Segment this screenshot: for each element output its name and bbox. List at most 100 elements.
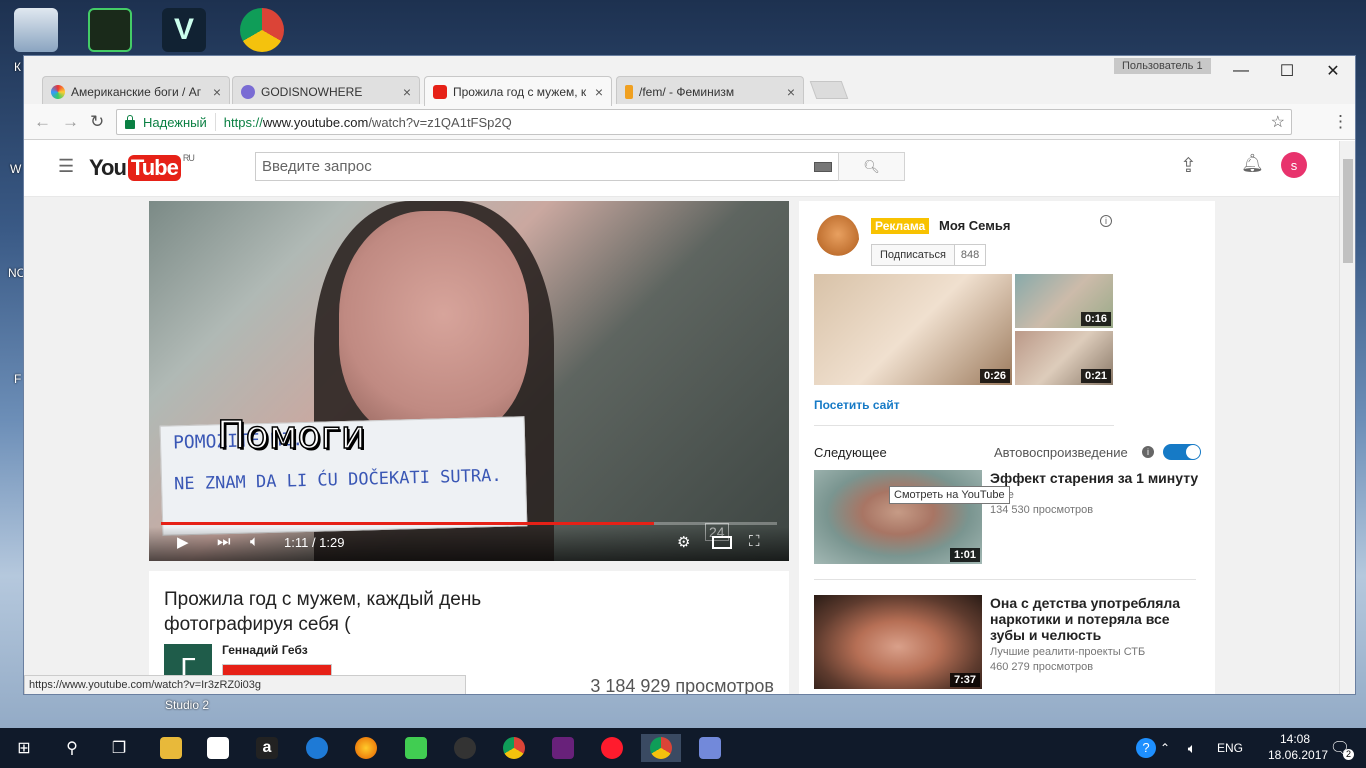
user-favicon-icon [241, 84, 255, 99]
next-video-title-2[interactable]: Она с детства употребляла наркотики и по… [990, 595, 1200, 643]
store-icon [207, 737, 229, 759]
page-scrollbar[interactable] [1339, 141, 1355, 694]
tab-godisnowhere[interactable]: GODISNOWHERE × [232, 76, 420, 106]
second-life-icon[interactable] [88, 8, 132, 52]
firefox-icon [355, 737, 377, 759]
file-explorer-button[interactable] [151, 734, 191, 762]
task-view-button[interactable]: ❐ [99, 734, 139, 762]
video-player[interactable]: POMOZITE MI. NE ZNAM DA LI ĆU DOČEKATI S… [149, 201, 789, 561]
profile-badge[interactable]: Пользователь 1 [1114, 58, 1211, 74]
new-tab-button[interactable] [809, 81, 849, 99]
search-button[interactable]: 🔍︎ [838, 152, 905, 181]
account-avatar[interactable]: s [1281, 152, 1307, 178]
search-input[interactable]: Введите запрос [255, 152, 839, 181]
visual-studio-button[interactable] [543, 734, 583, 762]
volume-tray-button[interactable]: 🔈︎ [1180, 734, 1204, 762]
firefox-button[interactable] [346, 734, 386, 762]
chrome-desktop-icon[interactable] [240, 8, 284, 52]
ad-subscribe-button[interactable]: Подписаться 848 [871, 244, 987, 266]
view-count: 3 184 929 просмотров [590, 676, 774, 695]
url-text[interactable]: https://www.youtube.com/watch?v=z1QA1tFS… [216, 115, 512, 130]
logo-tube: Tube [127, 155, 181, 181]
taskbar-search-icon: ⚲ [66, 740, 78, 757]
ad-channel-avatar[interactable] [817, 215, 859, 263]
autoplay-info-icon[interactable]: i [1142, 446, 1154, 458]
play-icon[interactable]: ▶ [177, 533, 189, 551]
tab-close-icon[interactable]: × [213, 84, 221, 100]
next-video-thumbnail-2[interactable]: 7:37 [814, 595, 982, 689]
next-video-views-2: 460 279 просмотров [990, 661, 1094, 673]
tab-close-icon[interactable]: × [787, 84, 795, 100]
ad-thumbnail-3[interactable]: 0:21 [1015, 331, 1113, 385]
search-taskbar-button[interactable]: ⚲ [52, 734, 92, 762]
tab-fem[interactable]: /fem/ - Феминизм × [616, 76, 804, 106]
menu-kebab-icon[interactable]: ⋮ [1332, 112, 1349, 132]
tab-close-icon[interactable]: × [595, 84, 603, 100]
visit-site-link[interactable]: Посетить сайт [814, 398, 900, 412]
chrome-taskbar-button[interactable] [494, 734, 534, 762]
chrome-active-button[interactable] [641, 734, 681, 762]
forward-arrow-icon[interactable]: → [62, 112, 79, 132]
bell-icon[interactable]: 🔔︎ [1241, 153, 1264, 174]
clock-time[interactable]: 14:08 [1280, 732, 1310, 746]
qt-button[interactable] [396, 734, 436, 762]
next-video-thumbnail-1[interactable]: 1:01 [814, 470, 982, 564]
bookmark-star-icon[interactable]: ☆ [1271, 112, 1285, 132]
tab-youtube-video[interactable]: Прожила год с мужем, к × [424, 76, 612, 106]
vegas-icon[interactable]: V [162, 8, 206, 52]
opera-button[interactable] [592, 734, 632, 762]
next-icon[interactable]: ⏭︎ [217, 533, 231, 550]
ad-thumbnail-2[interactable]: 0:16 [1015, 274, 1113, 328]
player-controls: ▶ ⏭︎ 🔈︎ 1:11 / 1:29 ⚙ ⛶ [149, 527, 789, 561]
youtube-logo[interactable]: You Tube RU [89, 153, 195, 181]
tripadvisor-button[interactable] [445, 734, 485, 762]
reload-icon[interactable]: ↻ [90, 112, 104, 132]
keyboard-icon[interactable] [814, 161, 832, 172]
video-subtitle: Помоги [216, 412, 366, 458]
clock-date[interactable]: 18.06.2017 [1268, 748, 1328, 762]
hamburger-menu-icon[interactable]: ☰ [58, 156, 74, 177]
progress-bar[interactable] [161, 522, 777, 525]
list-divider [814, 579, 1196, 580]
channel-name[interactable]: Геннадий Гебз [222, 643, 308, 657]
info-icon[interactable]: i [1100, 215, 1112, 227]
minimize-button[interactable]: — [1218, 58, 1264, 84]
edge-button[interactable] [297, 734, 337, 762]
search-icon: 🔍︎ [863, 158, 880, 174]
speaker-icon: 🔈︎ [1187, 739, 1197, 756]
amazon-button[interactable]: a [247, 734, 287, 762]
ad-thumbnail-main[interactable]: 0:26 [814, 274, 1012, 385]
theater-mode-icon[interactable] [712, 536, 732, 549]
tab-close-icon[interactable]: × [403, 84, 411, 100]
recycle-bin-icon[interactable] [14, 8, 58, 52]
next-video-channel-2: Лучшие реалити-проекты СТБ [990, 646, 1146, 658]
video-frame-face [339, 211, 529, 441]
close-window-button[interactable]: ✕ [1310, 58, 1355, 84]
secure-indicator[interactable]: Надежный [117, 113, 216, 131]
secure-label: Надежный [143, 114, 207, 130]
start-button[interactable]: ⊞ [4, 734, 44, 762]
fullscreen-icon[interactable]: ⛶ [749, 533, 760, 550]
upload-icon[interactable]: ⇪ [1180, 153, 1197, 178]
notification-center-button[interactable]: 🗨︎ 2 [1322, 734, 1358, 762]
maximize-button[interactable]: ☐ [1264, 58, 1310, 84]
store-button[interactable] [198, 734, 238, 762]
address-bar[interactable]: Надежный https://www.youtube.com/watch?v… [116, 109, 1292, 135]
toggle-knob [1186, 445, 1200, 459]
ad-channel-name[interactable]: Моя Семья [939, 218, 1010, 233]
duration-badge: 7:37 [949, 673, 980, 687]
tray-overflow-button[interactable]: ⌃ [1153, 734, 1177, 762]
tab-american-gods[interactable]: Американские боги / Аг × [42, 76, 230, 106]
next-video-title-1[interactable]: Эффект старения за 1 минуту [990, 470, 1200, 486]
back-arrow-icon[interactable]: ← [34, 112, 51, 132]
url-host: www.youtube.com [262, 114, 369, 130]
ad-subscriber-count: 848 [954, 245, 986, 265]
settings-gear-icon[interactable]: ⚙ [677, 533, 690, 551]
tab-title: Американские боги / Аг [71, 84, 202, 99]
discord-button[interactable] [690, 734, 730, 762]
autoplay-toggle[interactable] [1163, 444, 1201, 460]
language-indicator[interactable]: ENG [1217, 741, 1243, 755]
volume-icon[interactable]: 🔈︎ [250, 533, 259, 550]
scrollbar-thumb[interactable] [1343, 159, 1353, 263]
discord-icon [699, 737, 721, 759]
